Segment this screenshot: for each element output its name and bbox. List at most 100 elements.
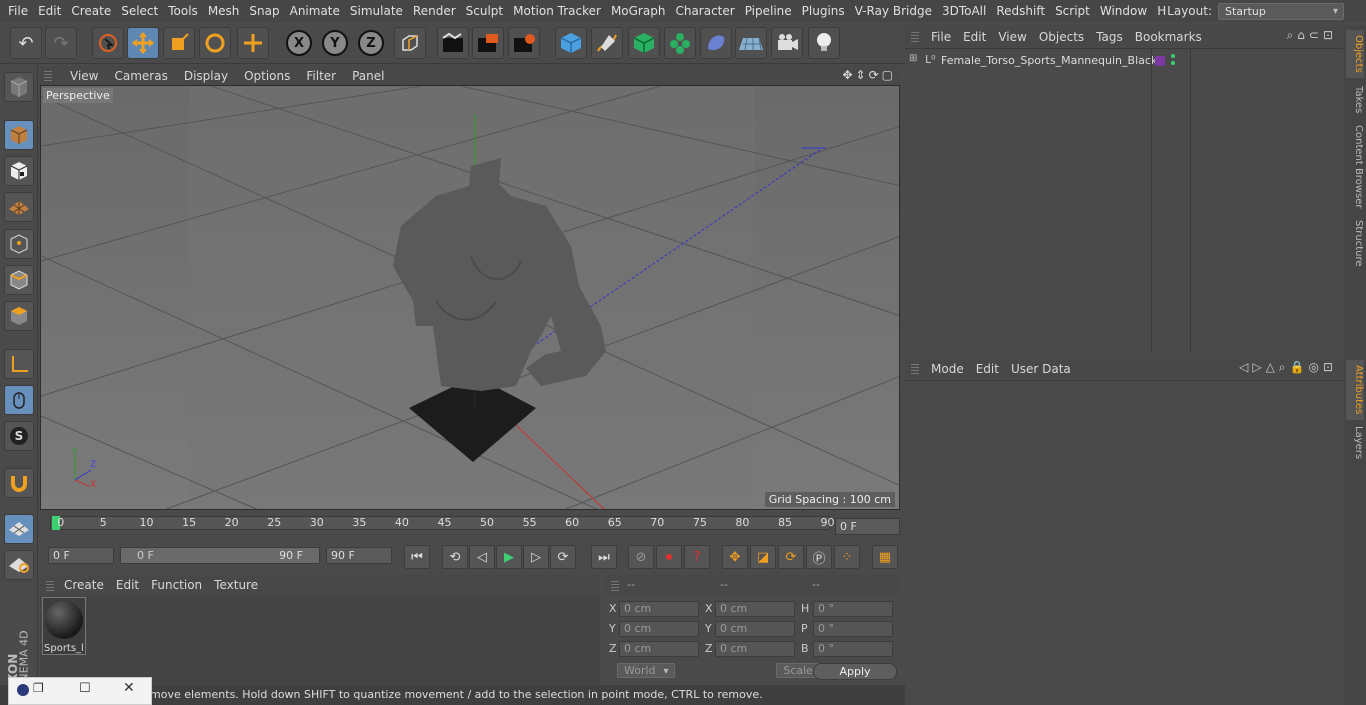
next-frame-icon[interactable]: ▷ bbox=[523, 545, 549, 569]
menu-render[interactable]: Render bbox=[408, 0, 461, 22]
menu-script[interactable]: Script bbox=[1050, 0, 1095, 22]
previous-frame-icon[interactable]: ◁ bbox=[469, 545, 495, 569]
cube-primitive-icon[interactable] bbox=[555, 27, 587, 59]
maximize-icon[interactable]: ☐ bbox=[79, 681, 91, 696]
menu-mesh[interactable]: Mesh bbox=[203, 0, 245, 22]
tab-takes[interactable]: Takes bbox=[1346, 82, 1364, 118]
model-mode-icon[interactable] bbox=[4, 120, 34, 150]
menu-simulate[interactable]: Simulate bbox=[345, 0, 408, 22]
camera-icon[interactable] bbox=[771, 27, 803, 59]
rotation-p-field[interactable]: 0 ° bbox=[813, 621, 893, 637]
pen-spline-icon[interactable] bbox=[591, 27, 623, 59]
tab-structure[interactable]: Structure bbox=[1346, 218, 1364, 268]
redo-icon[interactable]: ↷ bbox=[45, 27, 77, 59]
viewport-navigation-icons[interactable]: ✥⇕⟳▢ bbox=[842, 68, 896, 82]
polygons-mode-icon[interactable] bbox=[4, 301, 34, 331]
menu-edit[interactable]: Edit bbox=[33, 0, 66, 22]
panel-grip-icon[interactable] bbox=[44, 69, 52, 81]
menu-plugins[interactable]: Plugins bbox=[797, 0, 850, 22]
tab-layers[interactable]: Layers bbox=[1346, 424, 1364, 462]
viewport-menu-view[interactable]: View bbox=[62, 69, 106, 83]
snap-magnet-icon[interactable] bbox=[4, 468, 34, 498]
viewport-menu-options[interactable]: Options bbox=[236, 69, 298, 83]
previous-key-icon[interactable]: ⟲ bbox=[442, 545, 468, 569]
x-axis-lock-icon[interactable]: X bbox=[283, 27, 315, 59]
timeline-ruler[interactable]: 0 5 10 15 20 25 30 35 40 45 50 55 60 65 70 75 80 85 90 0 F bbox=[40, 512, 900, 540]
objects-menu-bookmarks[interactable]: Bookmarks bbox=[1129, 30, 1208, 44]
parameter-key-icon[interactable]: Ⓟ bbox=[806, 545, 832, 569]
menu-select[interactable]: Select bbox=[116, 0, 163, 22]
end-frame-field[interactable]: 90 F bbox=[326, 547, 392, 564]
auto-keying-icon[interactable]: ⏺ bbox=[656, 545, 682, 569]
attributes-menu-mode[interactable]: Mode bbox=[925, 362, 970, 376]
subdivision-surface-icon[interactable] bbox=[628, 27, 660, 59]
next-key-icon[interactable]: ⟳ bbox=[550, 545, 576, 569]
menu-3dtoall[interactable]: 3DToAll bbox=[937, 0, 991, 22]
perspective-viewport[interactable]: Perspective Grid Spacing : 100 cm Y Z X bbox=[40, 85, 900, 510]
start-frame-field[interactable]: 0 F bbox=[48, 547, 114, 564]
rotation-h-field[interactable]: 0 ° bbox=[813, 601, 893, 617]
material-menu-function[interactable]: Function bbox=[145, 578, 208, 592]
layout-select[interactable]: Startup bbox=[1218, 2, 1344, 20]
go-to-end-icon[interactable]: ⏭ bbox=[591, 545, 617, 569]
material-swatch[interactable]: Sports_l bbox=[42, 597, 86, 655]
record-keys-icon[interactable]: ⊘ bbox=[628, 545, 654, 569]
expand-icon[interactable]: ⊞ bbox=[909, 53, 917, 64]
menu-snap[interactable]: Snap bbox=[244, 0, 284, 22]
rotation-b-field[interactable]: 0 ° bbox=[813, 641, 893, 657]
menu-file[interactable]: File bbox=[3, 0, 33, 22]
viewport-menu-cameras[interactable]: Cameras bbox=[106, 69, 175, 83]
visibility-render-icon[interactable] bbox=[1171, 61, 1175, 65]
object-grip-icon[interactable] bbox=[911, 30, 919, 42]
move-tool-icon[interactable] bbox=[127, 27, 159, 59]
workplane-lock-icon[interactable] bbox=[4, 514, 34, 544]
layer-color-icon[interactable] bbox=[1155, 56, 1165, 66]
size-x-field[interactable]: 0 cm bbox=[715, 601, 795, 617]
viewport-menu-panel[interactable]: Panel bbox=[344, 69, 392, 83]
tab-objects[interactable]: Objects bbox=[1346, 30, 1364, 78]
menu-motion-tracker[interactable]: Motion Tracker bbox=[508, 0, 606, 22]
position-y-field[interactable]: 0 cm bbox=[619, 621, 699, 637]
live-selection-icon[interactable] bbox=[92, 27, 124, 59]
rotation-key-icon[interactable]: ⟳ bbox=[778, 545, 804, 569]
keyframe-selection-icon[interactable]: ? bbox=[684, 545, 710, 569]
apply-button[interactable]: Apply bbox=[813, 663, 897, 680]
visibility-editor-icon[interactable] bbox=[1171, 54, 1175, 58]
y-axis-lock-icon[interactable]: Y bbox=[319, 27, 351, 59]
deformer-icon[interactable] bbox=[700, 27, 732, 59]
attributes-menu-user-data[interactable]: User Data bbox=[1005, 362, 1077, 376]
menu-character[interactable]: Character bbox=[670, 0, 739, 22]
enable-axis-icon[interactable] bbox=[4, 349, 34, 379]
size-y-field[interactable]: 0 cm bbox=[715, 621, 795, 637]
menu-window[interactable]: Window bbox=[1095, 0, 1152, 22]
mannequin-model[interactable] bbox=[41, 86, 900, 510]
coord-grip-icon[interactable] bbox=[611, 579, 619, 591]
workplane-icon[interactable] bbox=[4, 550, 34, 580]
workplane-mode-icon[interactable] bbox=[4, 192, 34, 222]
coordinate-space-select[interactable]: World bbox=[617, 663, 675, 678]
size-z-field[interactable]: 0 cm bbox=[715, 641, 795, 657]
rotate-tool-icon[interactable] bbox=[199, 27, 231, 59]
position-z-field[interactable]: 0 cm bbox=[619, 641, 699, 657]
render-settings-icon[interactable] bbox=[508, 27, 540, 59]
render-view-icon[interactable] bbox=[437, 27, 469, 59]
texture-mode-icon[interactable] bbox=[4, 156, 34, 186]
render-to-picture-viewer-icon[interactable] bbox=[472, 27, 504, 59]
go-to-start-icon[interactable]: ⏮ bbox=[404, 545, 430, 569]
objects-menu-file[interactable]: File bbox=[925, 30, 957, 44]
preview-range-slider[interactable]: 0 F 90 F bbox=[120, 547, 320, 564]
coordinate-system-icon[interactable] bbox=[394, 27, 426, 59]
attributes-menu-edit[interactable]: Edit bbox=[970, 362, 1005, 376]
transform-tool-icon[interactable] bbox=[237, 27, 269, 59]
viewport-menu-filter[interactable]: Filter bbox=[298, 69, 344, 83]
restore-icon[interactable]: ❐ bbox=[33, 681, 44, 695]
position-key-icon[interactable]: ✥ bbox=[722, 545, 748, 569]
object-manager-tool-icons[interactable]: ⌕⌂⊂⊡ bbox=[1287, 28, 1337, 43]
material-menu-edit[interactable]: Edit bbox=[110, 578, 145, 592]
solo-mode-icon[interactable]: S bbox=[4, 421, 34, 451]
make-editable-icon[interactable] bbox=[4, 72, 34, 102]
objects-menu-edit[interactable]: Edit bbox=[957, 30, 992, 44]
menu-mograph[interactable]: MoGraph bbox=[606, 0, 671, 22]
menu-animate[interactable]: Animate bbox=[285, 0, 345, 22]
scale-key-icon[interactable]: ◪ bbox=[750, 545, 776, 569]
